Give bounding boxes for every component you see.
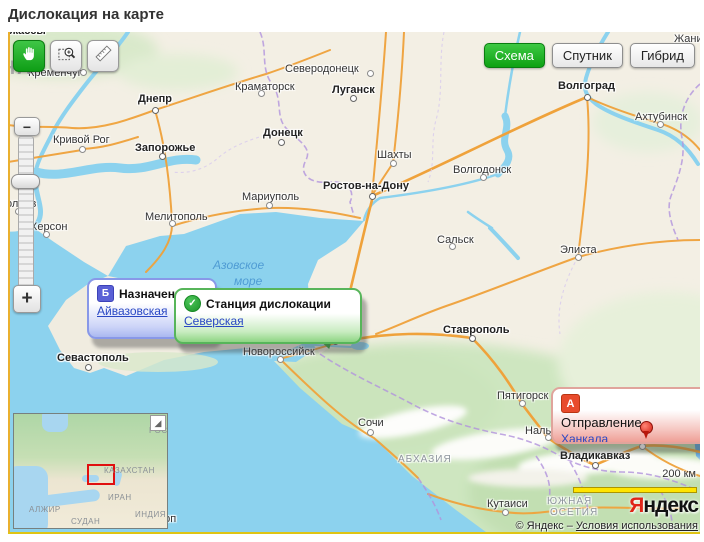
check-icon: ✓ bbox=[184, 295, 201, 312]
minimap-sea-shape bbox=[42, 413, 68, 432]
city-dot bbox=[169, 220, 176, 227]
city-label: Днепр bbox=[138, 93, 172, 105]
zoom-in-button[interactable]: + bbox=[13, 285, 41, 313]
departure-letter-icon: А bbox=[561, 394, 580, 413]
map-type-hybrid-button[interactable]: Гибрид bbox=[630, 43, 695, 68]
city-dot bbox=[350, 95, 357, 102]
city-dot bbox=[390, 160, 397, 167]
minimap-collapse-button[interactable]: ◢ bbox=[150, 415, 166, 431]
departure-station-link[interactable]: Ханкала bbox=[561, 432, 608, 444]
scale-bar bbox=[573, 487, 697, 493]
balloon-departure: А Отправление Ханкала bbox=[551, 387, 700, 444]
zoom-slider-track[interactable] bbox=[18, 136, 34, 288]
city-dot bbox=[592, 462, 599, 469]
region-label: ЮЖНАЯ bbox=[547, 496, 592, 507]
map-type-switcher: Схема Спутник Гибрид bbox=[484, 43, 695, 68]
overview-minimap[interactable]: РОССИЯКАЗАХСТАНИРАНАЛЖИРСУДАНИНДИЯ ◢ bbox=[13, 413, 168, 529]
departure-pin-icon[interactable] bbox=[640, 421, 653, 434]
city-dot bbox=[469, 335, 476, 342]
city-label: Краматорск bbox=[235, 81, 295, 93]
city-dot bbox=[639, 443, 646, 450]
city-dot bbox=[258, 90, 265, 97]
zoom-out-button[interactable]: − bbox=[14, 117, 40, 136]
destination-letter-icon: Б bbox=[97, 285, 114, 302]
map-type-scheme-button[interactable]: Схема bbox=[484, 43, 545, 68]
sea-label: море bbox=[234, 274, 262, 288]
dislocation-title: Станция дислокации bbox=[206, 297, 331, 311]
minimap-label: ИНДИЯ bbox=[135, 510, 166, 519]
city-dot bbox=[367, 429, 374, 436]
map-toolbar bbox=[13, 40, 119, 72]
city-label: Запорожье bbox=[135, 142, 195, 154]
city-dot bbox=[575, 254, 582, 261]
city-dot bbox=[266, 202, 273, 209]
ruler-tool-button[interactable] bbox=[87, 40, 119, 72]
city-dot bbox=[584, 94, 591, 101]
city-dot bbox=[519, 400, 526, 407]
map-left-edge bbox=[8, 32, 10, 534]
city-dot bbox=[85, 364, 92, 371]
page-title: Дислокация на карте bbox=[8, 6, 164, 23]
city-dot bbox=[657, 121, 664, 128]
zoom-select-tool-button[interactable] bbox=[50, 40, 82, 72]
sea-label: Азовское bbox=[213, 258, 264, 272]
city-dot bbox=[502, 509, 509, 516]
yandex-logo[interactable]: Яндекс bbox=[629, 494, 698, 518]
page: Дислокация на карте bbox=[0, 0, 704, 542]
city-label: Сочи bbox=[358, 417, 384, 429]
city-label: Северодонецк bbox=[285, 63, 359, 75]
city-dot bbox=[159, 153, 166, 160]
map-bottom-edge bbox=[8, 532, 700, 534]
city-dot bbox=[480, 174, 487, 181]
hand-icon bbox=[20, 44, 39, 68]
city-label: Ростов-на-Дону bbox=[323, 180, 409, 192]
destination-station-link[interactable]: Айвазовская bbox=[97, 304, 167, 318]
ruler-icon bbox=[94, 44, 113, 68]
city-label: Кривой Рог bbox=[53, 134, 110, 146]
city-dot bbox=[278, 139, 285, 146]
city-label: Черкассы bbox=[8, 32, 46, 37]
city-dot bbox=[449, 243, 456, 250]
city-dot bbox=[367, 70, 374, 77]
minimap-label: ИРАН bbox=[108, 493, 132, 502]
city-label: Севастополь bbox=[57, 352, 129, 364]
minimap-label: КАЗАХСТАН bbox=[104, 466, 155, 475]
city-dot bbox=[277, 356, 284, 363]
city-label: Мелитополь bbox=[145, 211, 208, 223]
copyright-text: © Яндекс – bbox=[516, 520, 576, 532]
city-dot bbox=[79, 146, 86, 153]
region-label: ОСЕТИЯ bbox=[550, 507, 598, 518]
terms-of-use-link[interactable]: Условия использования bbox=[576, 520, 698, 532]
zoom-slider-handle[interactable] bbox=[11, 174, 40, 189]
city-label: Кутаиси bbox=[487, 498, 528, 510]
minimap-label: АЛЖИР bbox=[29, 505, 61, 514]
city-dot bbox=[152, 107, 159, 114]
city-label: Ставрополь bbox=[443, 324, 510, 336]
city-dot bbox=[369, 193, 376, 200]
pan-tool-button[interactable] bbox=[13, 40, 45, 72]
region-label: АБХАЗИЯ bbox=[398, 454, 452, 465]
copyright-line: © Яндекс – Условия использования bbox=[516, 520, 698, 532]
dislocation-station-link[interactable]: Северская bbox=[184, 314, 244, 328]
magnifier-select-icon bbox=[57, 44, 76, 68]
city-dot bbox=[43, 231, 50, 238]
balloon-dislocation: ✓ Станция дислокации Северская bbox=[174, 288, 362, 344]
minimap-label: СУДАН bbox=[71, 517, 100, 526]
city-label: Владикавказ bbox=[560, 450, 630, 462]
departure-title: Отправление bbox=[561, 415, 700, 430]
city-label: Донецк bbox=[263, 127, 303, 139]
map-type-satellite-button[interactable]: Спутник bbox=[552, 43, 623, 68]
map-canvas[interactable]: ЧеркассыКременчугСеверодонецкКраматорскЛ… bbox=[8, 32, 700, 534]
city-label: Волгоград bbox=[558, 80, 615, 92]
scale-label: 200 км bbox=[662, 468, 696, 480]
